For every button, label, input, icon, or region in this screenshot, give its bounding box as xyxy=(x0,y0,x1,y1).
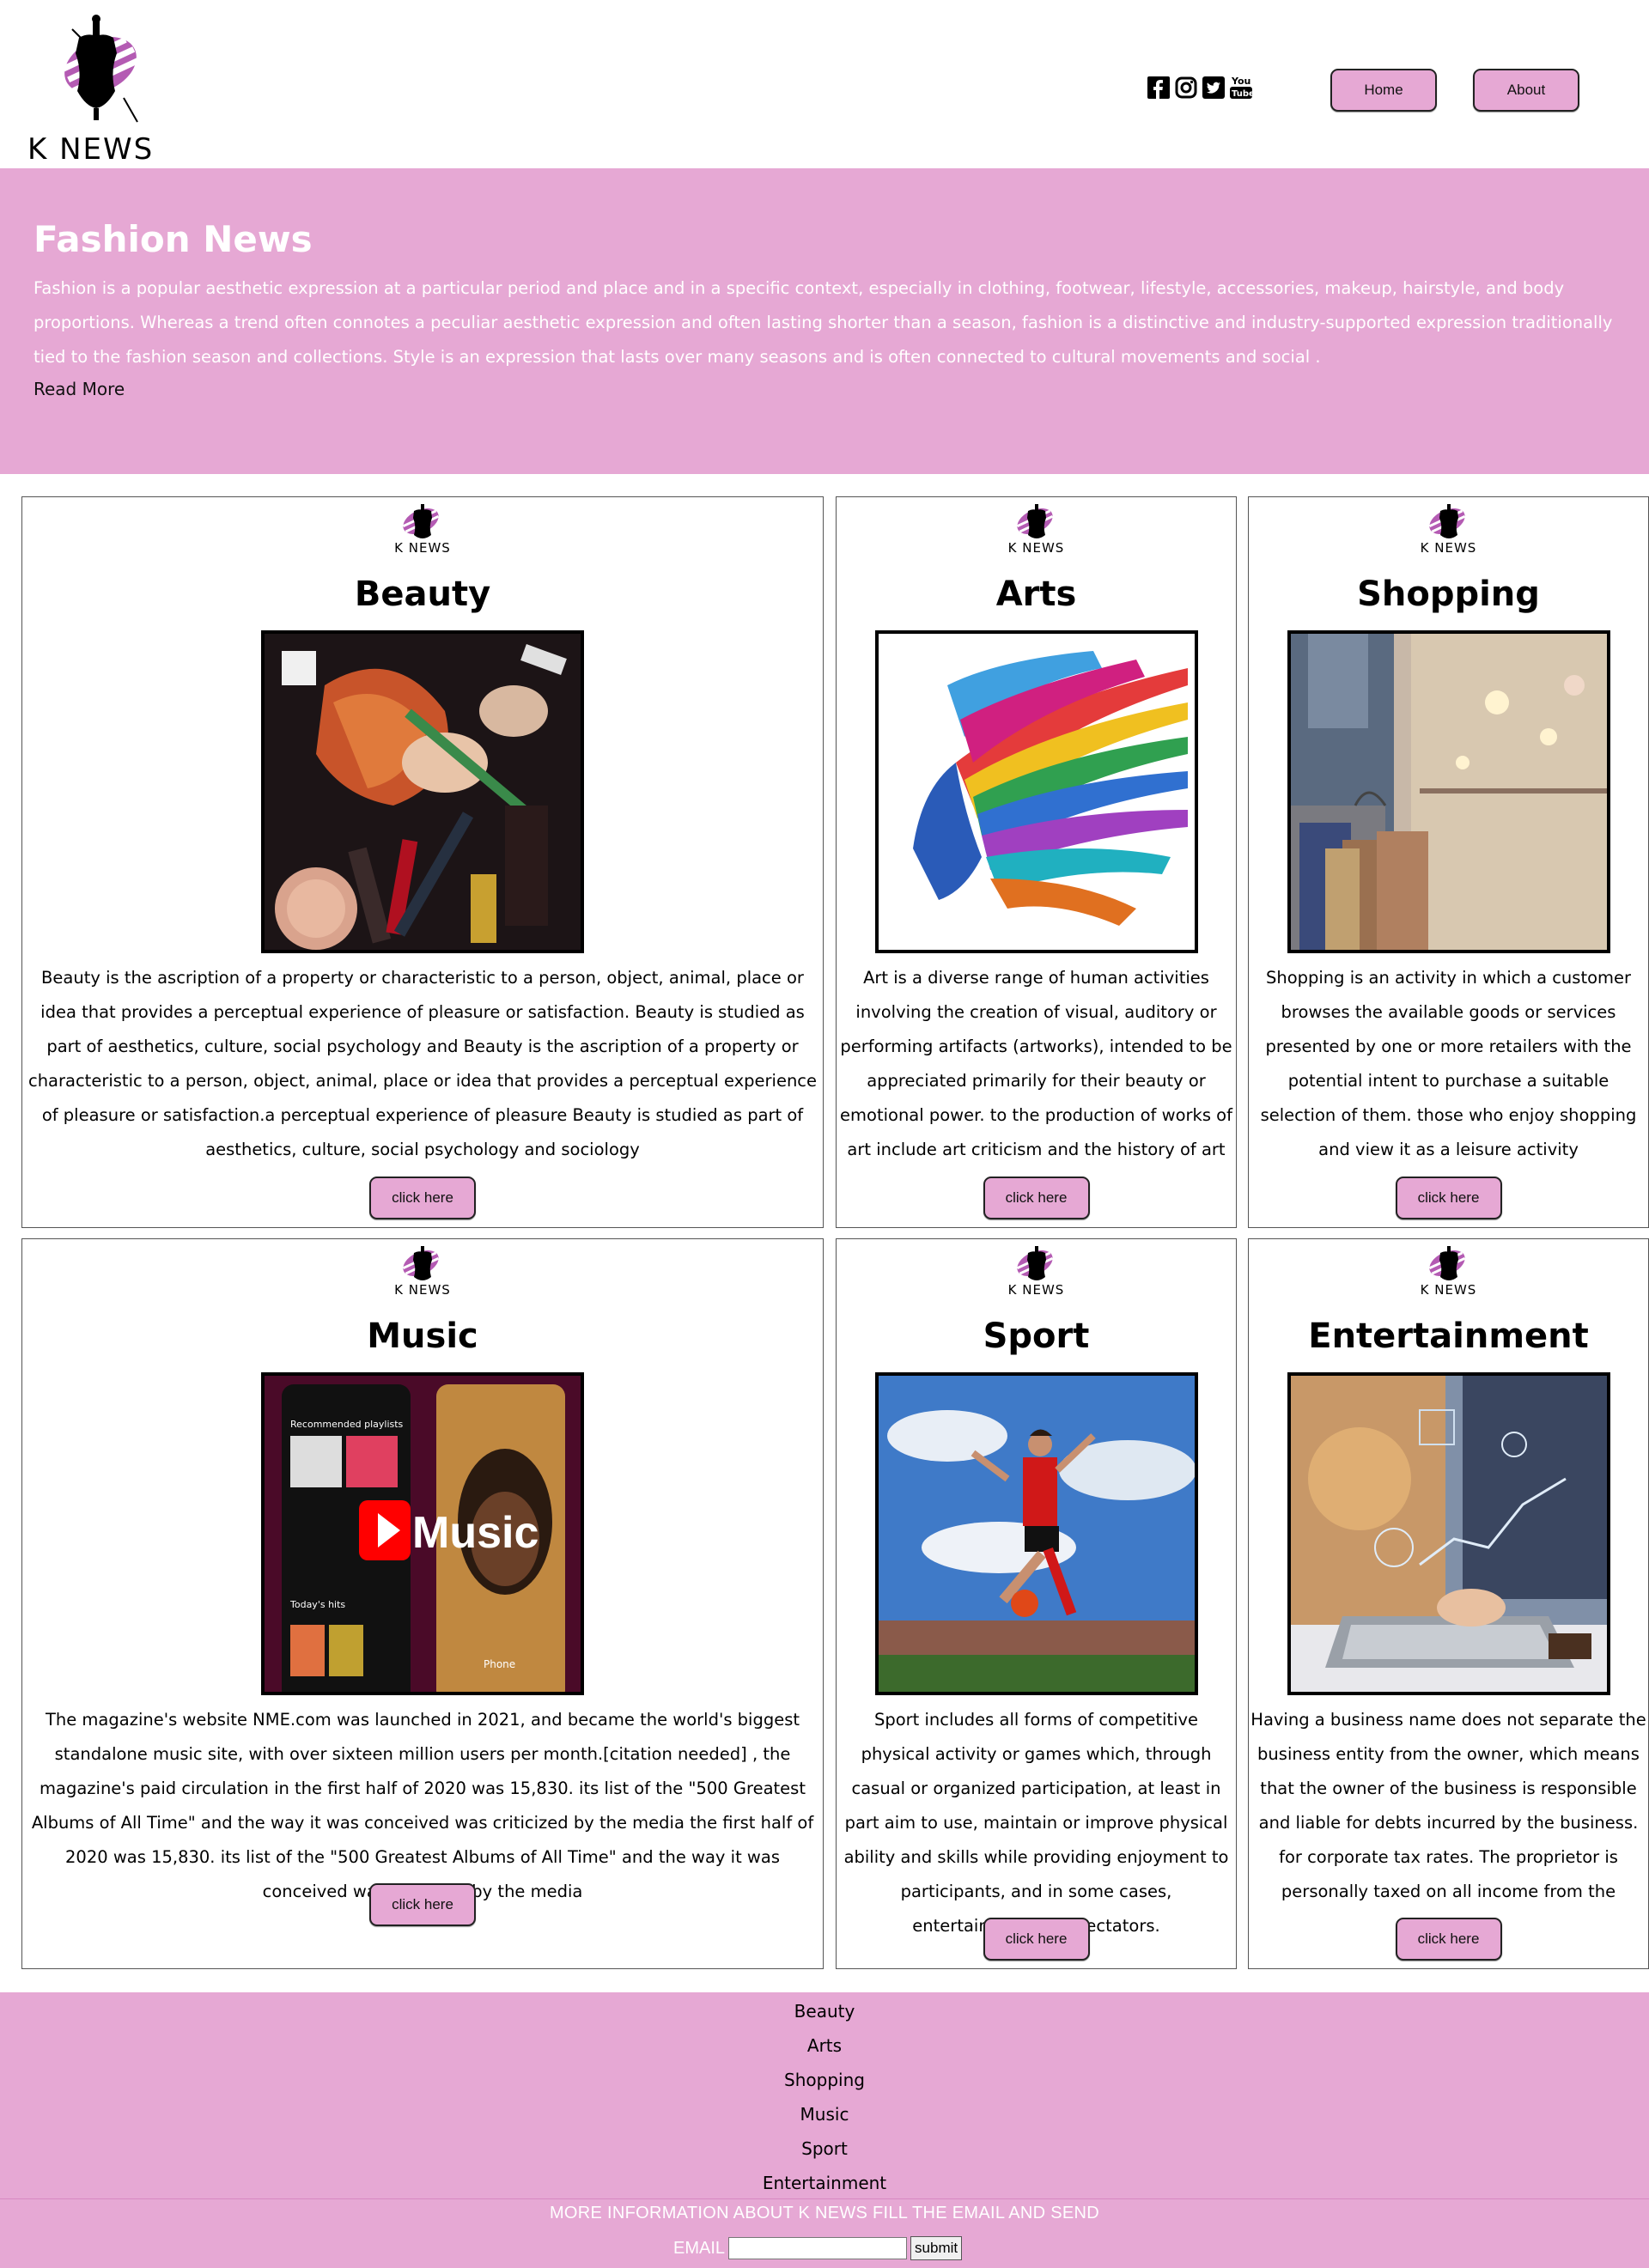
footer-link-beauty[interactable]: Beauty xyxy=(0,1994,1649,2028)
svg-text:Recommended playlists: Recommended playlists xyxy=(290,1419,404,1430)
site-logo[interactable]: K NEWS xyxy=(22,12,160,167)
dress-form-icon xyxy=(62,15,141,123)
click-here-button[interactable]: click here xyxy=(1395,1918,1502,1961)
hero-title: Fashion News xyxy=(33,218,313,260)
card-text: Art is a diverse range of human activiti… xyxy=(840,968,1232,1159)
card-logo-text: K NEWS xyxy=(394,540,451,556)
youtube-icon[interactable]: You Tube xyxy=(1230,76,1252,100)
site-footer: Beauty Arts Shopping Music Sport Enterta… xyxy=(0,1992,1649,2268)
card-logo-text: K NEWS xyxy=(1007,540,1065,556)
card-text: The magazine's website NME.com was launc… xyxy=(31,1710,814,1901)
twitter-icon[interactable] xyxy=(1202,76,1225,100)
facebook-icon[interactable] xyxy=(1147,76,1170,100)
card-title: Beauty xyxy=(354,575,491,614)
svg-text:Tube: Tube xyxy=(1232,89,1252,99)
card-logo: K NEWS xyxy=(1415,502,1483,556)
card-logo-text: K NEWS xyxy=(1007,1282,1065,1298)
card-music: K NEWS Music Recommended playlists Today… xyxy=(21,1238,824,1969)
footer-link-entertainment[interactable]: Entertainment xyxy=(0,2166,1649,2200)
dress-form-icon xyxy=(1016,504,1053,538)
footer-link-music[interactable]: Music xyxy=(0,2097,1649,2131)
dress-form-icon xyxy=(1428,1246,1465,1280)
card-logo-text: K NEWS xyxy=(394,1282,451,1298)
card-title: Music xyxy=(367,1316,478,1356)
card-logo: K NEWS xyxy=(1002,502,1071,556)
footer-link-sport[interactable]: Sport xyxy=(0,2131,1649,2166)
svg-text:Music: Music xyxy=(412,1508,539,1558)
submit-button[interactable]: submit xyxy=(910,2236,963,2260)
click-here-button[interactable]: click here xyxy=(369,1177,476,1219)
footer-links: Beauty Arts Shopping Music Sport Enterta… xyxy=(0,1994,1649,2200)
card-title: Arts xyxy=(995,575,1077,614)
dress-form-icon xyxy=(1016,1246,1053,1280)
nav-home-button[interactable]: Home xyxy=(1330,69,1437,112)
card-text: Beauty is the ascription of a property o… xyxy=(27,968,818,1159)
card-logo: K NEWS xyxy=(1415,1244,1483,1298)
footer-info-text: MORE INFORMATION ABOUT K NEWS FILL THE E… xyxy=(549,2204,1100,2222)
card-logo: K NEWS xyxy=(388,1244,457,1298)
site-header: K NEWS You Tube Home About xyxy=(0,0,1649,168)
card-title: Entertainment xyxy=(1308,1316,1589,1356)
card-logo: K NEWS xyxy=(388,502,457,556)
card-text: Sport includes all forms of competitive … xyxy=(843,1710,1229,1936)
card-logo-text: K NEWS xyxy=(1420,1282,1477,1298)
card-text: Having a business name does not separate… xyxy=(1250,1710,1646,1936)
card-shopping: K NEWS Shopping Shopping is an activity … xyxy=(1248,496,1649,1228)
arts-image xyxy=(874,630,1198,953)
music-image: Recommended playlists Today's hits Phone… xyxy=(261,1372,584,1695)
svg-text:Today's hits: Today's hits xyxy=(289,1599,345,1610)
sport-image xyxy=(874,1372,1198,1695)
hero-text: Fashion is a popular aesthetic expressio… xyxy=(33,278,1613,367)
email-form: EMAIL submit xyxy=(673,2236,963,2260)
card-title: Shopping xyxy=(1357,575,1540,614)
svg-text:You: You xyxy=(1231,76,1250,87)
footer-link-arts[interactable]: Arts xyxy=(0,2028,1649,2063)
read-more-link[interactable]: Read More xyxy=(33,379,125,399)
click-here-button[interactable]: click here xyxy=(983,1918,1090,1961)
card-logo-text: K NEWS xyxy=(1420,540,1477,556)
card-arts: K NEWS Arts Art is a diverse range of hu… xyxy=(836,496,1237,1228)
card-logo: K NEWS xyxy=(1002,1244,1071,1298)
click-here-button[interactable]: click here xyxy=(369,1883,476,1926)
card-title: Sport xyxy=(983,1316,1090,1356)
footer-link-shopping[interactable]: Shopping xyxy=(0,2063,1649,2097)
card-sport: K NEWS Sport Sport includes all forms of… xyxy=(836,1238,1237,1969)
svg-text:Phone: Phone xyxy=(484,1658,515,1670)
instagram-icon[interactable] xyxy=(1175,76,1197,100)
site-logo-text: K NEWS xyxy=(27,132,155,167)
social-links: You Tube xyxy=(1147,76,1252,100)
beauty-image xyxy=(261,630,584,953)
shopping-image xyxy=(1287,630,1610,953)
nav-about-button[interactable]: About xyxy=(1473,69,1579,112)
card-text: Shopping is an activity in which a custo… xyxy=(1260,968,1637,1159)
card-beauty: K NEWS Beauty Beauty is the ascription o… xyxy=(21,496,824,1228)
dress-form-icon xyxy=(402,1246,440,1280)
email-input[interactable] xyxy=(728,2237,908,2259)
dress-form-icon xyxy=(402,504,440,538)
email-label: EMAIL xyxy=(673,2238,726,2258)
hero-banner: Fashion News Fashion is a popular aesthe… xyxy=(0,168,1649,474)
click-here-button[interactable]: click here xyxy=(983,1177,1090,1219)
click-here-button[interactable]: click here xyxy=(1395,1177,1502,1219)
footer-divider xyxy=(0,2198,1649,2199)
dress-form-icon xyxy=(1428,504,1465,538)
entertainment-image xyxy=(1287,1372,1610,1695)
card-entertainment: K NEWS Entertainment Having a business n… xyxy=(1248,1238,1649,1969)
